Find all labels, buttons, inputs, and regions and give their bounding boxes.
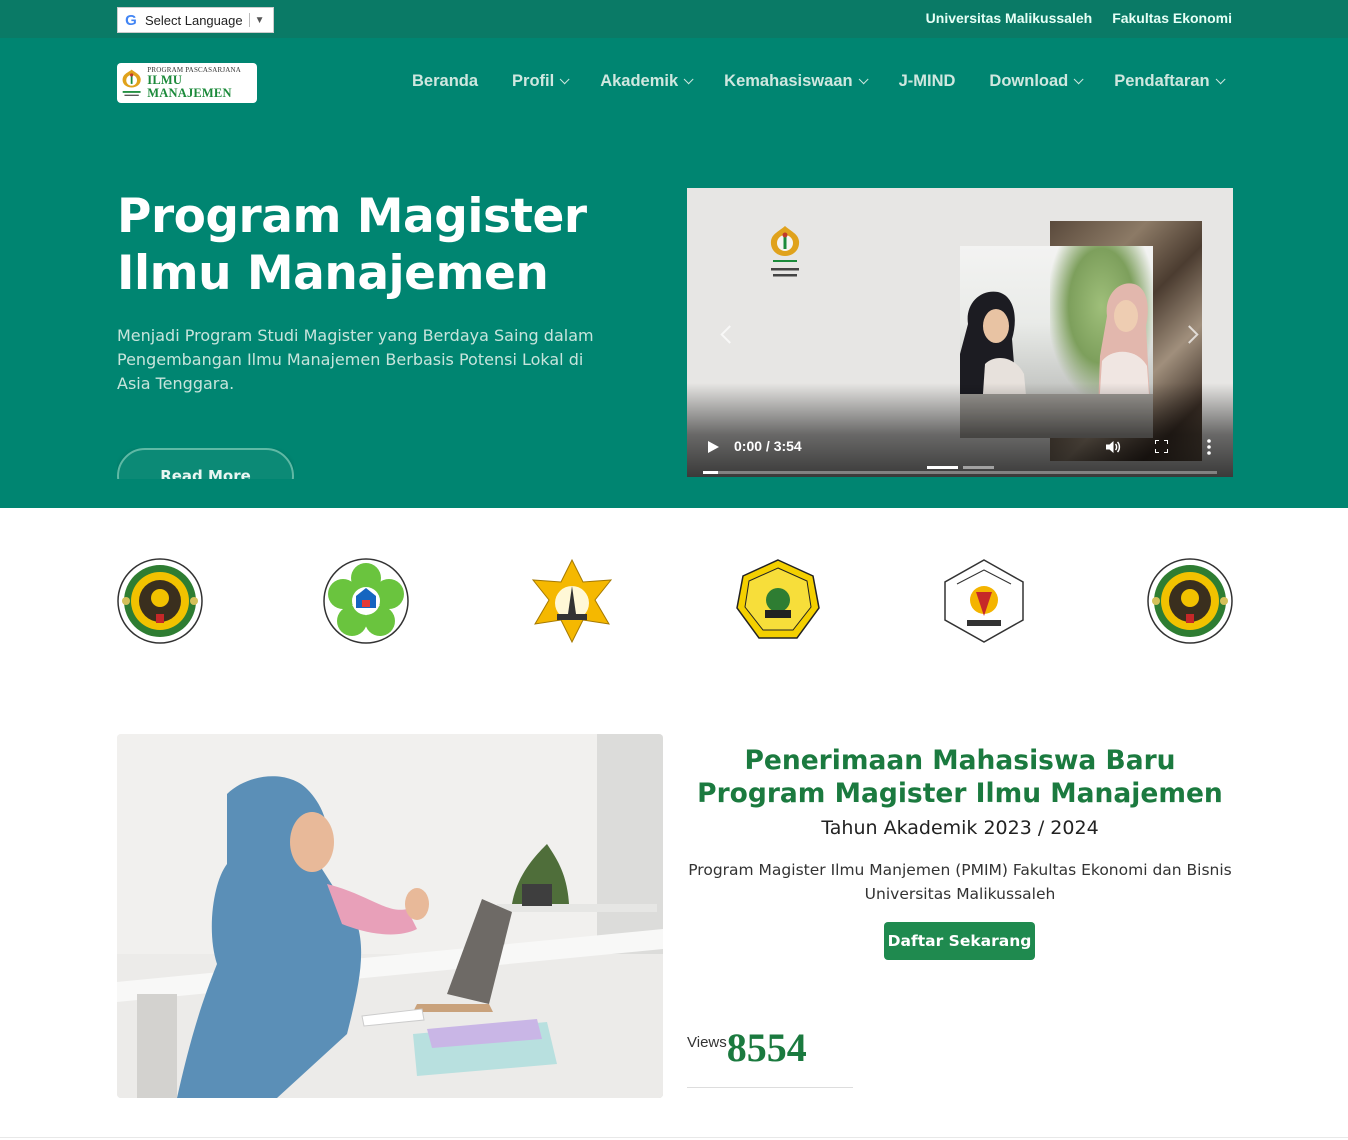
google-icon: G (125, 11, 137, 29)
admission-description: Program Magister Ilmu Manjemen (PMIM) Fa… (688, 861, 1232, 903)
chevron-down-icon (1073, 74, 1084, 85)
chevron-down-icon (858, 74, 869, 85)
dropdown-arrow-icon: ▼ (254, 14, 265, 26)
logo-text: PROGRAM PASCASARJANA ILMU MANAJEMEN (147, 67, 257, 99)
read-more-label: Read More (117, 448, 294, 479)
top-links: Universitas Malikussaleh Fakultas Ekonom… (926, 10, 1232, 26)
partner-logo-usu-icon[interactable] (1147, 558, 1233, 644)
university-emblem-icon (122, 69, 141, 96)
more-options-icon[interactable] (1207, 439, 1211, 455)
views-label: Views (687, 1034, 727, 1051)
nav-item-label: J-MIND (898, 72, 956, 90)
hero-subtitle: Menjadi Program Studi Magister yang Berd… (117, 326, 594, 393)
partner-logo-tanjungpura-icon[interactable] (941, 558, 1027, 644)
chevron-down-icon (1215, 74, 1226, 85)
nav-item-label: Pendaftaran (1114, 72, 1210, 90)
views-counter: Views 8554 (687, 1024, 807, 1072)
register-button[interactable]: Daftar Sekarang (884, 922, 1035, 960)
admission-year: Tahun Akademik 2023 / 2024 (821, 817, 1099, 839)
slider-indicator[interactable] (927, 466, 958, 469)
student-with-laptop-illustration (117, 734, 663, 1098)
fullscreen-icon[interactable] (1155, 440, 1168, 453)
nav-item-j-mind[interactable]: J-MIND (899, 72, 956, 91)
link-universitas-malikussaleh[interactable]: Universitas Malikussaleh (926, 10, 1093, 26)
play-icon[interactable] (708, 441, 719, 453)
partner-logo-green-flower-icon[interactable] (323, 558, 409, 644)
main-nav: Beranda Profil Akademik Kemahasiswaan J-… (395, 72, 1239, 91)
video-controls: 0:00 / 3:54 (687, 428, 1233, 464)
logo-big-text: ILMU MANAJEMEN (147, 73, 232, 100)
slider-indicator[interactable] (963, 466, 994, 469)
nav-item-akademik[interactable]: Akademik (600, 72, 694, 91)
nav-item-label: Profil (512, 72, 555, 90)
nav-item-label: Download (989, 72, 1069, 90)
nav-item-label: Beranda (412, 72, 479, 90)
university-emblem-icon (770, 226, 800, 277)
site-logo[interactable]: PROGRAM PASCASARJANA ILMU MANAJEMEN (117, 63, 257, 103)
chevron-down-icon (559, 74, 570, 85)
video-progress-bar[interactable] (703, 471, 1217, 474)
partner-logos (117, 558, 1233, 644)
nav-item-download[interactable]: Download (989, 72, 1084, 91)
language-select-label: Select Language (145, 12, 243, 28)
hero-title: Program Magister Ilmu Manajemen (117, 189, 587, 301)
nav-item-pendaftaran[interactable]: Pendaftaran (1114, 72, 1226, 91)
admission-title: Penerimaan Mahasiswa Baru Program Magist… (697, 745, 1223, 809)
section-divider (0, 1137, 1348, 1138)
top-bar: G Select Language ▼ Universitas Malikuss… (0, 0, 1348, 38)
nav-item-kemahasiswaan[interactable]: Kemahasiswaan (724, 72, 869, 91)
language-select[interactable]: G Select Language ▼ (117, 7, 274, 33)
admission-photo (117, 734, 663, 1098)
link-fakultas-ekonomi[interactable]: Fakultas Ekonomi (1112, 10, 1232, 26)
nav-item-profil[interactable]: Profil (512, 72, 570, 91)
slider-prev-icon[interactable] (720, 325, 739, 344)
partner-logo-sultan-ageng-icon[interactable] (735, 558, 821, 644)
video-progress-fill (703, 471, 719, 474)
video-player[interactable]: 0:00 / 3:54 (687, 188, 1233, 477)
hero-section: PROGRAM PASCASARJANA ILMU MANAJEMEN Bera… (0, 38, 1348, 508)
read-more-button[interactable]: Read More (117, 448, 294, 479)
nav-item-label: Akademik (600, 72, 679, 90)
slider-indicators (927, 466, 994, 469)
nav-item-beranda[interactable]: Beranda (412, 72, 478, 91)
video-time: 0:00 / 3:54 (734, 438, 802, 454)
partner-logo-yellow-star-icon[interactable] (529, 558, 615, 644)
views-divider (687, 1087, 853, 1088)
volume-icon[interactable] (1105, 439, 1121, 455)
nav-item-label: Kemahasiswaan (724, 72, 853, 90)
language-select-divider (248, 13, 250, 27)
views-count: 8554 (726, 1025, 807, 1070)
partner-logo-usu-icon[interactable] (117, 558, 203, 644)
chevron-down-icon (683, 74, 694, 85)
